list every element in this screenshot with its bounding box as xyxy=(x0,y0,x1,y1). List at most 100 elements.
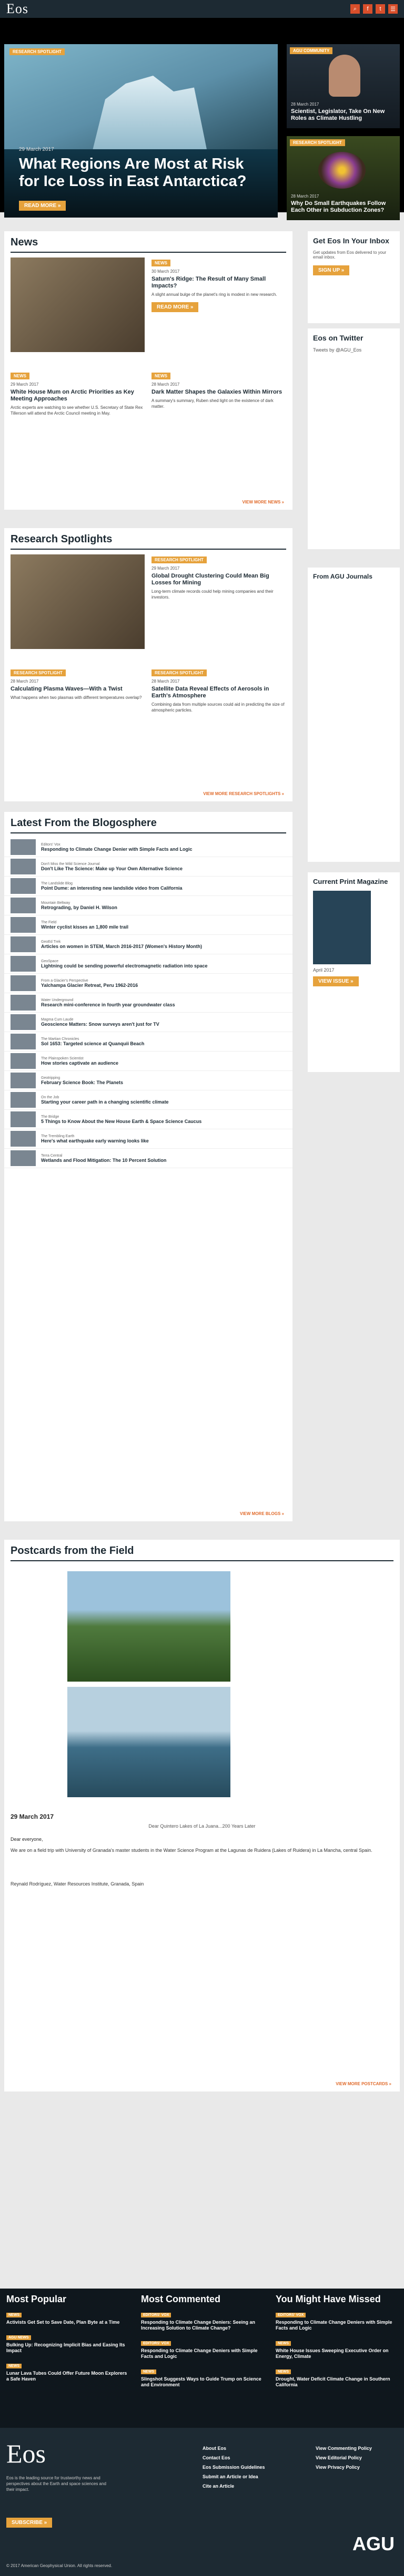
commented-item-2[interactable]: Responding to Climate Change Deniers wit… xyxy=(141,2348,263,2359)
news-card-2[interactable]: News 28 March 2017 Dark Matter Shapes th… xyxy=(152,370,286,409)
blog-title[interactable]: Yalchampa Glacier Retreat, Peru 1962-201… xyxy=(41,983,138,988)
blog-title[interactable]: Sol 1653: Targeted science at Quanquii B… xyxy=(41,1041,144,1046)
inbox-sign-up-button[interactable]: Sign Up » xyxy=(313,265,350,275)
view-more-news-link[interactable]: View More News » xyxy=(242,500,284,504)
blog-name[interactable]: Don't Miss the Wild Science Journal xyxy=(41,862,183,866)
blog-title[interactable]: Retrograding, by Daniel H. Wilson xyxy=(41,905,117,910)
blog-title[interactable]: Point Dume: an interesting new landslide… xyxy=(41,885,183,891)
blog-name[interactable]: The Landslide Blog xyxy=(41,882,183,885)
footer-link-submit[interactable]: Submit an Article or Idea xyxy=(203,2472,265,2481)
view-more-postcards-link[interactable]: View More Postcards » xyxy=(336,2082,391,2086)
popular-item-3[interactable]: Lunar Lava Tubes Could Offer Future Moon… xyxy=(6,2371,128,2382)
postcard-image-1[interactable] xyxy=(67,1571,230,1682)
hero-title[interactable]: What Regions Are Most at Risk for Ice Lo… xyxy=(19,156,266,190)
hero-side-title-1[interactable]: Scientist, Legislator, Take On New Roles… xyxy=(291,108,396,122)
news-card-1-tag[interactable]: News xyxy=(11,373,29,379)
blog-row[interactable]: The Field Winter cyclist kisses an 1,800… xyxy=(4,915,292,935)
blog-row[interactable]: GeoSpace Lightning could be sending powe… xyxy=(4,954,292,974)
research-lead-title[interactable]: Global Drought Clustering Could Mean Big… xyxy=(152,573,286,586)
research-lead-tag[interactable]: Research Spotlight xyxy=(152,557,207,563)
hero-side-tag-2[interactable]: Research Spotlight xyxy=(290,139,345,146)
blog-row[interactable]: The Bridge 5 Things to Know About the Ne… xyxy=(4,1110,292,1129)
blog-title[interactable]: Don't Like The Science: Make up Your Own… xyxy=(41,866,183,871)
research-lead-card[interactable]: Research Spotlight 29 March 2017 Global … xyxy=(152,554,286,600)
blog-row[interactable]: The Landslide Blog Point Dume: an intere… xyxy=(4,877,292,896)
blog-name[interactable]: Mountain Beltway xyxy=(41,901,117,905)
blog-thumbnail[interactable] xyxy=(11,956,36,972)
blog-title[interactable]: Wetlands and Flood Mitigation: The 10 Pe… xyxy=(41,1158,166,1163)
blog-row[interactable]: The Plainspoken Scientist How stories ca… xyxy=(4,1052,292,1071)
blog-name[interactable]: Water Underground xyxy=(41,998,175,1002)
view-more-blogs-link[interactable]: View More Blogs » xyxy=(240,1511,284,1516)
blog-row[interactable]: Editors' Vox Responding to Climate Chang… xyxy=(4,838,292,857)
blog-name[interactable]: GeoSpace xyxy=(41,960,208,963)
agu-logo[interactable]: AGU xyxy=(352,2533,395,2555)
twitter-tweets-by[interactable]: Tweets by @AGU_Eos xyxy=(308,347,400,353)
view-issue-button[interactable]: View Issue » xyxy=(313,976,359,986)
news-card-1[interactable]: News 29 March 2017 White House Mum on Ar… xyxy=(11,370,145,416)
blog-title[interactable]: 5 Things to Know About the New House Ear… xyxy=(41,1119,201,1124)
blog-thumbnail[interactable] xyxy=(11,1131,36,1147)
news-lead-title[interactable]: Saturn's Ridge: The Result of Many Small… xyxy=(152,276,286,290)
news-lead-image[interactable] xyxy=(11,257,145,352)
blog-thumbnail[interactable] xyxy=(11,1111,36,1127)
blog-name[interactable]: Editors' Vox xyxy=(41,843,193,847)
missed-item-1[interactable]: Responding to Climate Change Deniers wit… xyxy=(276,2320,398,2331)
blog-thumbnail[interactable] xyxy=(11,1014,36,1030)
research-card-1-title[interactable]: Calculating Plasma Waves—With a Twist xyxy=(11,686,145,693)
blog-thumbnail[interactable] xyxy=(11,1092,36,1108)
news-read-more-button[interactable]: Read More » xyxy=(152,302,199,312)
blog-thumbnail[interactable] xyxy=(11,1053,36,1069)
blog-row[interactable]: Mountain Beltway Retrograding, by Daniel… xyxy=(4,896,292,915)
blog-row[interactable]: Terra Central Wetlands and Flood Mitigat… xyxy=(4,1149,292,1168)
hero-side-tag-1[interactable]: AGU Community xyxy=(290,47,333,54)
research-card-1-tag[interactable]: Research Spotlight xyxy=(11,669,66,676)
blog-name[interactable]: The Bridge xyxy=(41,1115,201,1119)
blog-name[interactable]: On the Job xyxy=(41,1096,169,1099)
blog-thumbnail[interactable] xyxy=(11,898,36,913)
blog-row[interactable]: Don't Miss the Wild Science Journal Don'… xyxy=(4,857,292,877)
blog-row[interactable]: The Trembling Earth Here's what earthqua… xyxy=(4,1129,292,1149)
blog-title[interactable]: Articles on women in STEM, March 2016-20… xyxy=(41,944,202,949)
blog-row[interactable]: GeoEd Trek Articles on women in STEM, Ma… xyxy=(4,935,292,954)
view-more-research-link[interactable]: View More Research Spotlights » xyxy=(203,791,284,796)
hero-read-more-button[interactable]: Read More » xyxy=(19,201,66,211)
footer-link-cite[interactable]: Cite an Article xyxy=(203,2481,265,2491)
commented-item-1[interactable]: Responding to Climate Change Deniers: Se… xyxy=(141,2320,263,2331)
eos-logo[interactable]: Eos xyxy=(6,1,28,17)
postcard-image-2[interactable] xyxy=(67,1687,230,1797)
popular-item-1[interactable]: Activists Get Set to Save Date, Plan Byt… xyxy=(6,2320,128,2325)
blog-row[interactable]: Magma Cum Laude Geoscience Matters: Snow… xyxy=(4,1013,292,1032)
blog-title[interactable]: Geoscience Matters: Snow surveys aren't … xyxy=(41,1022,159,1027)
research-lead-image[interactable] xyxy=(11,554,145,649)
blog-thumbnail[interactable] xyxy=(11,859,36,874)
blog-title[interactable]: How stories captivate an audience xyxy=(41,1060,118,1066)
blog-row[interactable]: Water Underground Research mini-conferen… xyxy=(4,993,292,1013)
blog-thumbnail[interactable] xyxy=(11,1150,36,1166)
news-card-1-title[interactable]: White House Mum on Arctic Priorities as … xyxy=(11,389,145,403)
blog-name[interactable]: Terra Central xyxy=(41,1154,166,1158)
missed-item-3[interactable]: Drought, Water Deficit Climate Change in… xyxy=(276,2376,398,2388)
news-card-2-tag[interactable]: News xyxy=(152,373,170,379)
search-icon[interactable]: ⌕ xyxy=(350,4,360,14)
blog-title[interactable]: Starting your career path in a changing … xyxy=(41,1099,169,1105)
research-card-2-title[interactable]: Satellite Data Reveal Effects of Aerosol… xyxy=(152,686,286,699)
blog-thumbnail[interactable] xyxy=(11,936,36,952)
footer-link-commenting[interactable]: View Commenting Policy xyxy=(316,2444,372,2453)
research-card-2[interactable]: Research Spotlight 28 March 2017 Satelli… xyxy=(152,667,286,713)
missed-item-2[interactable]: White House Issues Sweeping Executive Or… xyxy=(276,2348,398,2359)
hero-side-card-2[interactable]: Research Spotlight 28 March 2017 Why Do … xyxy=(287,136,400,220)
blog-name[interactable]: From a Glacier's Perspective xyxy=(41,979,138,983)
blog-title[interactable]: Winter cyclist kisses an 1,800 mile trai… xyxy=(41,924,128,930)
blog-thumbnail[interactable] xyxy=(11,1034,36,1049)
blog-row[interactable]: From a Glacier's Perspective Yalchampa G… xyxy=(4,974,292,993)
commented-item-3[interactable]: Slingshot Suggests Ways to Guide Trump o… xyxy=(141,2376,263,2388)
blog-name[interactable]: GeoEd Trek xyxy=(41,940,202,944)
blog-name[interactable]: The Plainspoken Scientist xyxy=(41,1057,118,1060)
footer-logo[interactable]: Eos xyxy=(6,2438,46,2469)
news-lead-tag[interactable]: News xyxy=(152,260,170,266)
twitter-icon[interactable]: t xyxy=(376,4,385,14)
blog-row[interactable]: On the Job Starting your career path in … xyxy=(4,1090,292,1110)
popular-item-2[interactable]: Bulking Up: Recognizing Implicit Bias an… xyxy=(6,2342,128,2354)
blog-thumbnail[interactable] xyxy=(11,878,36,894)
